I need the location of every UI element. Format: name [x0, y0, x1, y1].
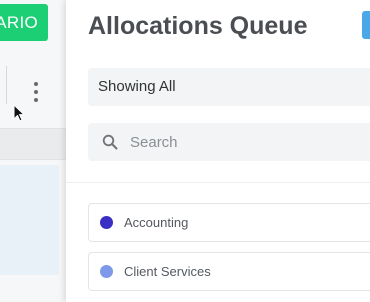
department-color-dot: [100, 265, 113, 278]
department-item-client-services[interactable]: Client Services: [88, 252, 370, 291]
department-label: Accounting: [124, 215, 189, 230]
scenario-button[interactable]: ARIO: [0, 4, 48, 41]
content-card: [0, 165, 59, 275]
filter-selected-value: Showing All: [98, 78, 176, 95]
drawer-title: Allocations Queue: [88, 12, 308, 40]
search-icon: [102, 134, 118, 150]
search-input[interactable]: [130, 123, 370, 161]
kebab-menu-icon[interactable]: [32, 82, 40, 106]
queue-filter-select[interactable]: Showing All: [88, 68, 370, 106]
search-box[interactable]: [88, 123, 370, 161]
department-item-accounting[interactable]: Accounting: [88, 203, 370, 242]
allocations-drawer: Allocations Queue Showing All Accounting…: [66, 0, 370, 302]
header-action-button[interactable]: [362, 11, 370, 39]
department-color-dot: [100, 216, 113, 229]
table-header-band: [0, 128, 66, 160]
section-divider: [66, 182, 370, 183]
department-label: Client Services: [124, 264, 211, 279]
background-app: ARIO: [0, 0, 66, 302]
toolbar-divider: [6, 66, 7, 104]
mouse-cursor-icon: [13, 104, 25, 122]
